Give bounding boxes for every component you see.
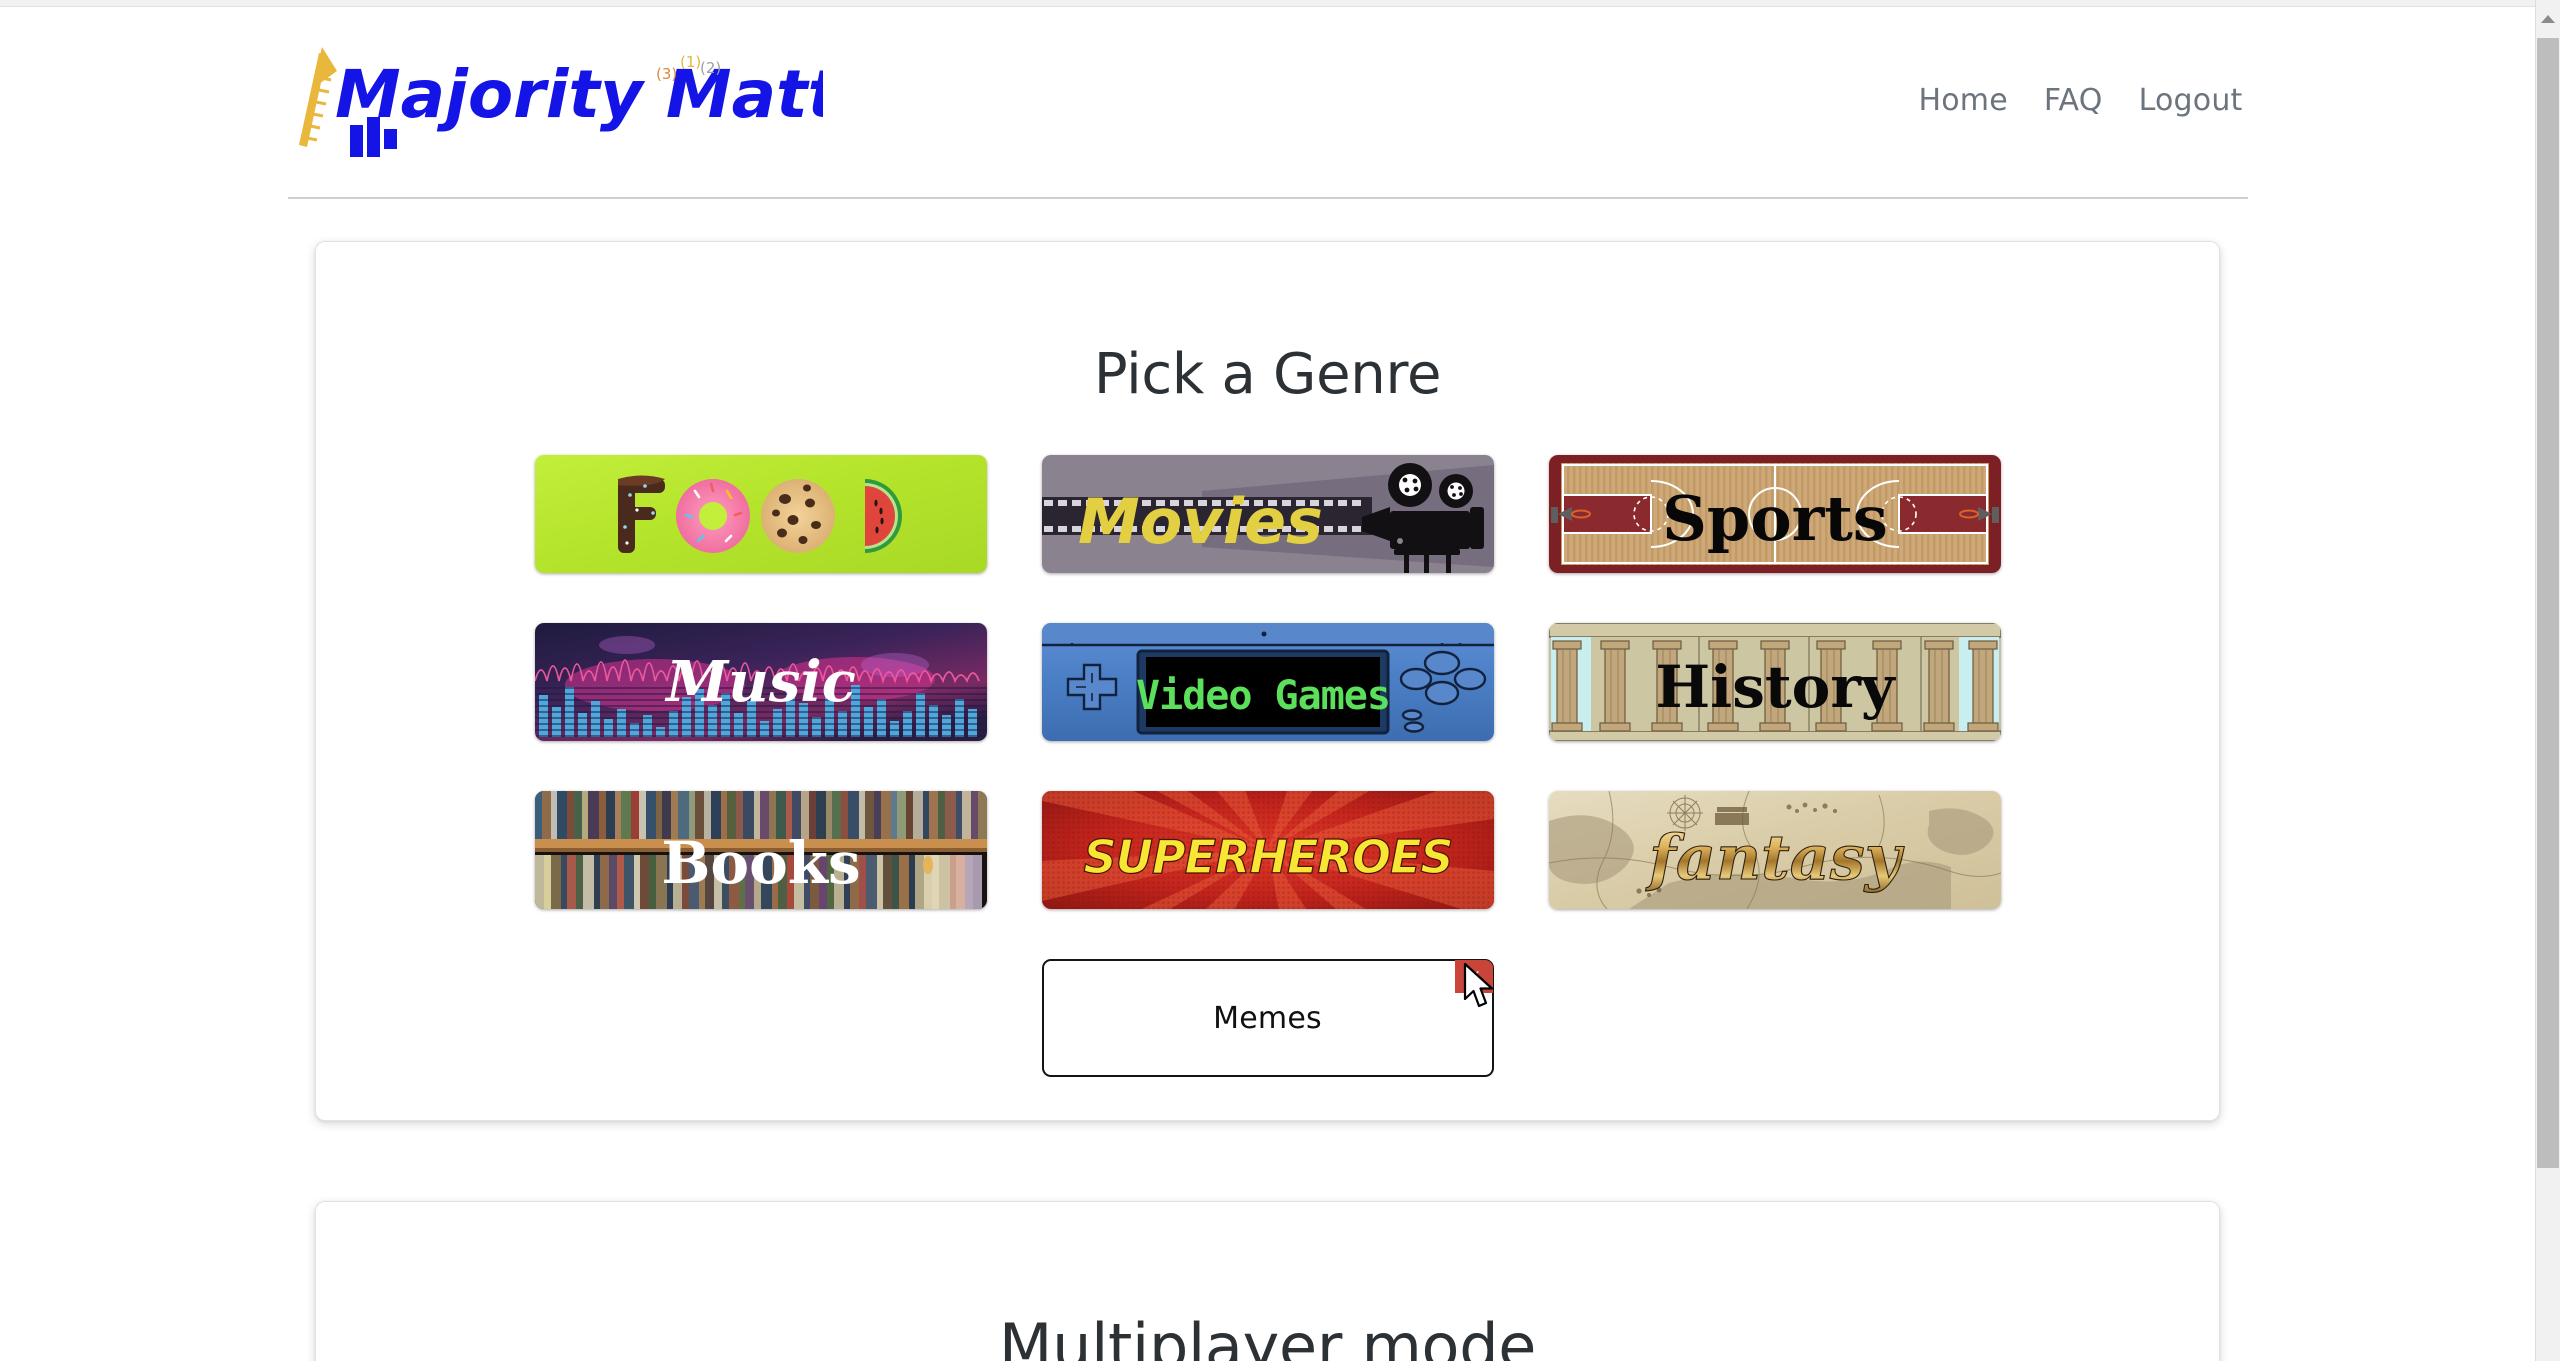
cookie-letter-o bbox=[760, 479, 835, 553]
genre-card: Pick a Genre Movies Sports Music Video G… bbox=[315, 241, 2220, 1121]
nav-link-faq[interactable]: FAQ bbox=[2044, 83, 2103, 118]
genre-tile-food[interactable]: FOOD bbox=[534, 455, 987, 573]
custom-genre-row: Memes × bbox=[513, 959, 2023, 1077]
close-icon[interactable]: × bbox=[1454, 960, 1493, 993]
growth-arrow-icon bbox=[298, 47, 337, 147]
badge-3: (3) bbox=[656, 65, 677, 83]
genre-tile-superheroes[interactable]: SUPERHEROES bbox=[1041, 791, 1494, 909]
genre-label-sports: Sports bbox=[1662, 482, 1888, 555]
scroll-thumb[interactable] bbox=[2537, 38, 2559, 1168]
multiplayer-title: Multiplayer mode bbox=[998, 1310, 1537, 1361]
genre-tile-books[interactable]: Books bbox=[534, 791, 987, 909]
browser-viewport: Majority Matters (3) (1) (2) Home FAQ Lo… bbox=[0, 0, 2560, 1361]
vertical-scrollbar[interactable] bbox=[2535, 0, 2560, 1361]
site-header: Majority Matters (3) (1) (2) Home FAQ Lo… bbox=[288, 7, 2248, 197]
genre-tile-movies[interactable]: Movies bbox=[1041, 455, 1494, 573]
page-title: Pick a Genre bbox=[1093, 342, 1442, 407]
genre-label-music: Music bbox=[664, 649, 856, 715]
genre-tile-video-games[interactable]: Video Games bbox=[1041, 623, 1494, 741]
genre-label-superheroes: SUPERHEROES bbox=[1083, 830, 1452, 884]
nav-link-logout[interactable]: Logout bbox=[2139, 83, 2243, 118]
genre-label-memes: Memes bbox=[1213, 1000, 1322, 1036]
brand-wordmark: Majority Matters bbox=[335, 56, 823, 133]
scroll-up-arrow[interactable] bbox=[2536, 7, 2560, 31]
badge-1: (1) bbox=[680, 53, 701, 71]
genre-tile-sports[interactable]: Sports bbox=[1548, 455, 2001, 573]
genre-label-video-games: Video Games bbox=[1136, 673, 1390, 719]
brand-logo[interactable]: Majority Matters (3) (1) (2) bbox=[293, 37, 823, 167]
genre-label-fantasy: fantasy bbox=[1645, 821, 1905, 894]
genre-label-movies: Movies bbox=[1078, 485, 1323, 558]
genre-tile-history[interactable]: History bbox=[1548, 623, 2001, 741]
genre-tile-music[interactable]: Music bbox=[534, 623, 987, 741]
nav-link-home[interactable]: Home bbox=[1918, 83, 2007, 118]
header-divider bbox=[287, 197, 2248, 199]
multiplayer-card: Multiplayer mode bbox=[315, 1201, 2220, 1361]
donut-letter-o bbox=[675, 479, 750, 553]
page-content: Majority Matters (3) (1) (2) Home FAQ Lo… bbox=[0, 7, 2535, 1361]
main-nav: Home FAQ Logout bbox=[1918, 83, 2242, 122]
genre-tile-memes[interactable]: Memes × bbox=[1041, 959, 1494, 1077]
badge-2: (2) bbox=[700, 59, 721, 77]
genre-grid: FOOD bbox=[513, 455, 2023, 909]
header-container: Majority Matters (3) (1) (2) Home FAQ Lo… bbox=[288, 7, 2248, 197]
browser-top-edge bbox=[0, 0, 2560, 7]
genre-tile-fantasy[interactable]: fantasy bbox=[1548, 791, 2001, 909]
genre-label-books: Books bbox=[661, 829, 860, 897]
genre-label-history: History bbox=[1655, 653, 1897, 721]
